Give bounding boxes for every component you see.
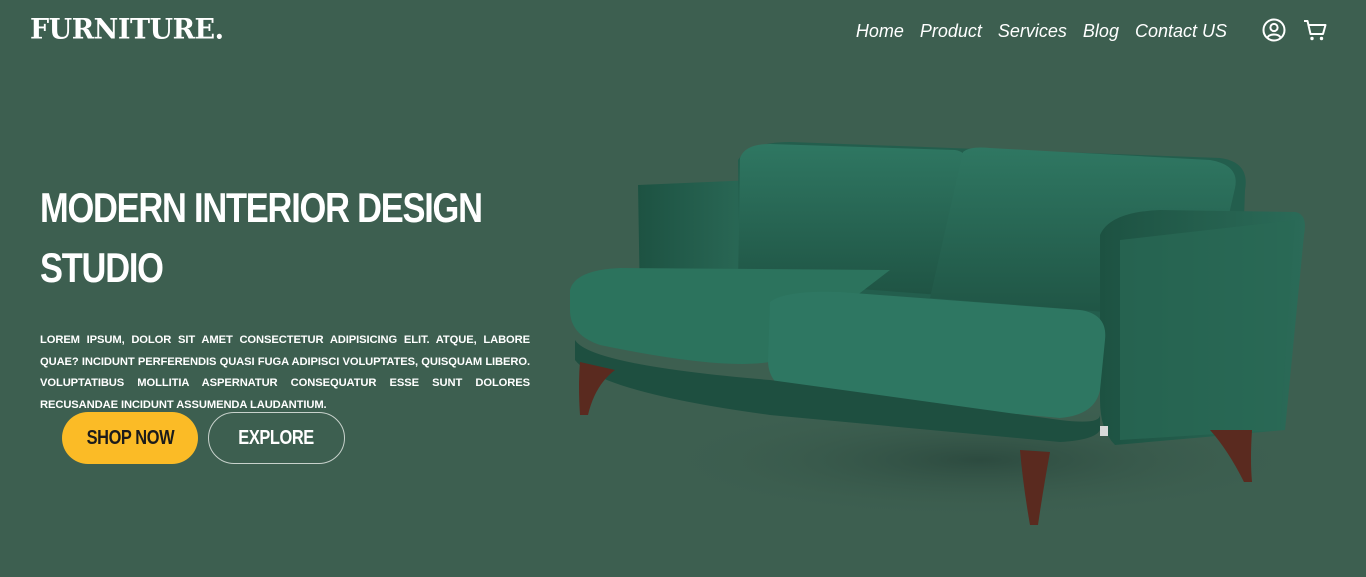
nav-contact[interactable]: Contact US — [1135, 21, 1227, 42]
shop-now-button[interactable]: Shop Now — [62, 412, 198, 464]
main-nav: Home Product Services Blog Contact US — [856, 21, 1227, 42]
sofa-image — [570, 142, 1310, 525]
explore-label: Explore — [238, 426, 315, 449]
hero-title: Modern Interior Design Studio — [40, 184, 483, 291]
user-icon[interactable] — [1261, 17, 1287, 43]
nav-blog[interactable]: Blog — [1083, 21, 1119, 42]
nav-services[interactable]: Services — [998, 21, 1067, 42]
shop-now-label: Shop Now — [86, 426, 174, 449]
nav-product[interactable]: Product — [920, 21, 982, 42]
logo[interactable]: FURNITURE. — [30, 13, 224, 46]
cart-icon[interactable] — [1302, 17, 1328, 43]
explore-button[interactable]: Explore — [208, 412, 345, 464]
nav-home[interactable]: Home — [856, 21, 904, 42]
hero-description: Lorem ipsum, dolor sit amet consectetur … — [40, 334, 530, 411]
